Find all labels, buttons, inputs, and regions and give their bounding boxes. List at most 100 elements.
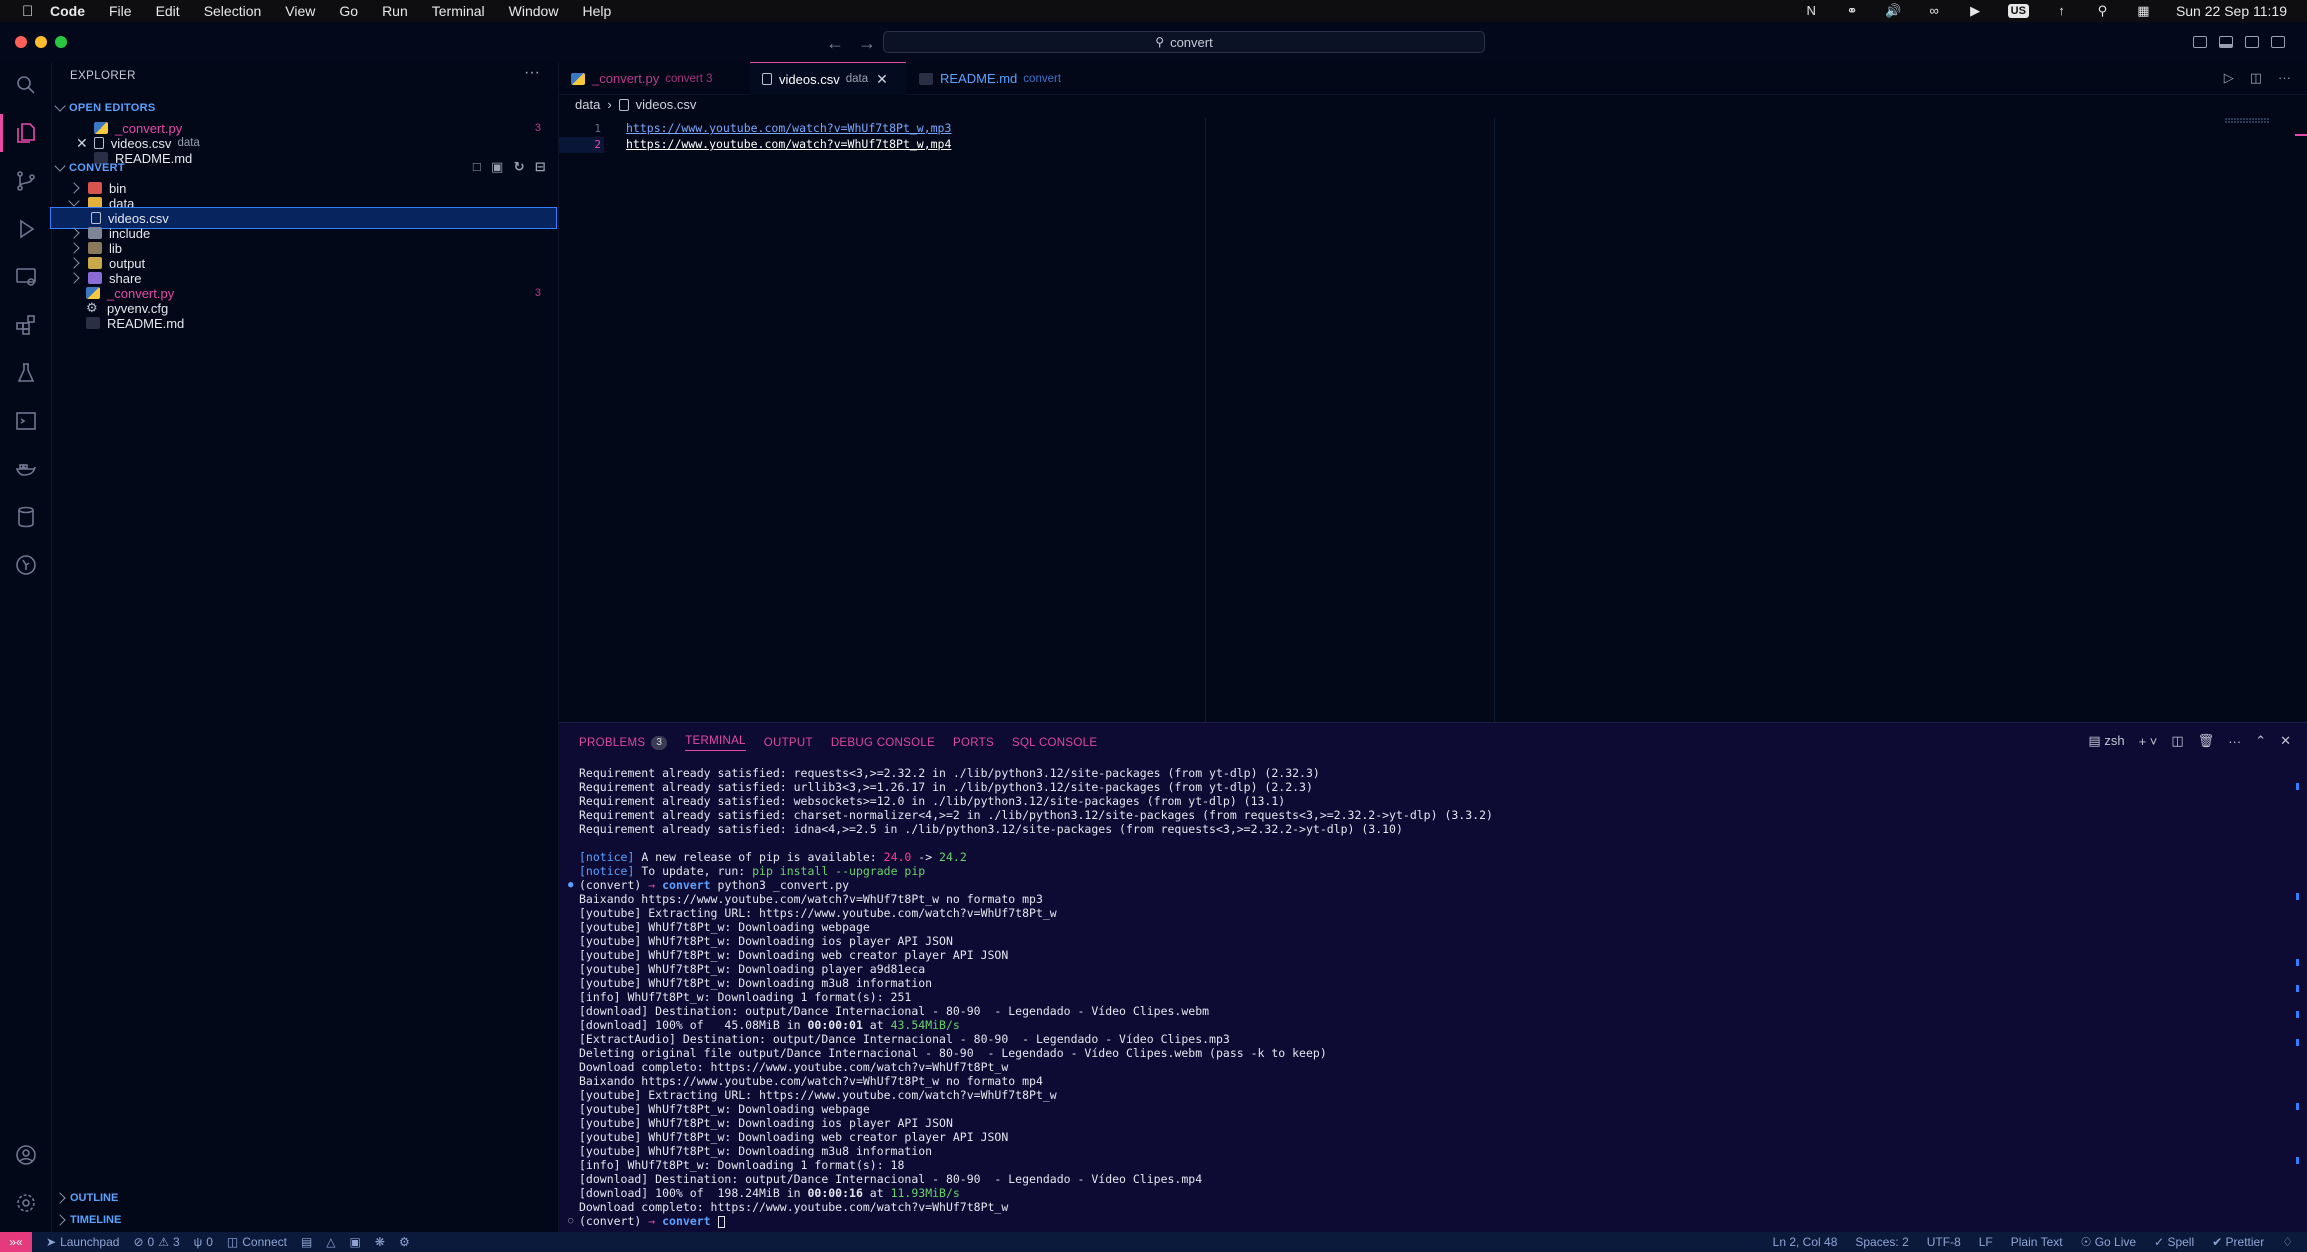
problems-status[interactable]: ⊘ 0 ⚠ 3 xyxy=(133,1235,179,1249)
menu-run[interactable]: Run xyxy=(382,3,408,19)
more-actions-icon[interactable]: ··· xyxy=(524,64,540,82)
menu-help[interactable]: Help xyxy=(582,3,611,19)
cursor-position[interactable]: Ln 2, Col 48 xyxy=(1773,1235,1838,1249)
back-arrow-icon[interactable]: ← xyxy=(826,33,844,54)
accounts-icon[interactable] xyxy=(13,1142,39,1168)
maximize-panel-icon[interactable]: ⌃ xyxy=(2255,733,2266,749)
tab-output[interactable]: OUTPUT xyxy=(764,735,813,751)
tab-readme[interactable]: README.md convert xyxy=(907,62,1073,95)
apple-icon[interactable]:  xyxy=(22,3,38,20)
docker-icon[interactable] xyxy=(13,456,39,482)
clock[interactable]: Sun 22 Sep 11:19 xyxy=(2176,3,2287,19)
search-view-icon[interactable] xyxy=(13,72,39,98)
refresh-icon[interactable]: ↻ xyxy=(514,159,525,175)
launchpad-button[interactable]: ➤ Launchpad xyxy=(46,1235,119,1249)
more-actions-icon[interactable]: ··· xyxy=(2278,70,2291,86)
encoding[interactable]: UTF-8 xyxy=(1927,1235,1961,1249)
close-icon[interactable]: ✕ xyxy=(876,71,888,88)
outline-section[interactable]: OUTLINE xyxy=(54,1192,118,1204)
more-actions-icon[interactable]: ··· xyxy=(2228,734,2241,749)
trash-icon[interactable]: 🗑 xyxy=(2198,733,2215,749)
notifications-bell-icon[interactable]: ♢ xyxy=(2282,1235,2293,1249)
zoom-window-button[interactable] xyxy=(55,36,67,48)
database-icon[interactable] xyxy=(13,504,39,530)
tab-sql-console[interactable]: SQL CONSOLE xyxy=(1012,735,1097,751)
tab-debug-console[interactable]: DEBUG CONSOLE xyxy=(831,735,935,751)
new-file-icon[interactable]: □ xyxy=(473,159,481,175)
volume-icon[interactable]: 🔊 xyxy=(1885,4,1902,18)
remote-explorer-icon[interactable] xyxy=(13,264,39,290)
terminal-view-icon[interactable] xyxy=(13,408,39,434)
close-panel-icon[interactable]: ✕ xyxy=(2280,733,2291,749)
input-source[interactable]: US xyxy=(2007,4,2029,18)
extensions-icon[interactable] xyxy=(13,312,39,338)
menu-app[interactable]: Code xyxy=(50,3,85,19)
menu-edit[interactable]: Edit xyxy=(156,3,180,19)
indentation[interactable]: Spaces: 2 xyxy=(1855,1235,1908,1249)
end-of-line[interactable]: LF xyxy=(1979,1235,1993,1249)
connect-button[interactable]: ◫ Connect xyxy=(227,1235,287,1249)
tab-convert-py[interactable]: _convert.py convert 3 xyxy=(559,62,725,95)
toggle-sidebar-icon[interactable] xyxy=(2193,36,2207,48)
explorer-icon[interactable] xyxy=(0,114,39,152)
timeline-section[interactable]: TIMELINE xyxy=(54,1214,121,1226)
code-line[interactable]: https://www.youtube.com/watch?v=WhUf7t8P… xyxy=(626,137,951,151)
source-control-icon[interactable] xyxy=(13,168,39,194)
minimap[interactable] xyxy=(2225,118,2270,124)
terminal-shell-selector[interactable]: ▤ zsh xyxy=(2088,733,2124,749)
spell-button[interactable]: ✓ Spell xyxy=(2154,1235,2194,1249)
tree-item-readme[interactable]: README.md xyxy=(52,312,559,334)
broadcast-icon[interactable]: ❋ xyxy=(375,1235,385,1249)
command-center[interactable]: ⚲ convert xyxy=(883,31,1485,53)
control-center-icon[interactable]: ▦ xyxy=(2135,4,2152,18)
glasses-icon[interactable]: ∞ xyxy=(1926,4,1943,18)
code-editor[interactable]: 1 https://www.youtube.com/watch?v=WhUf7t… xyxy=(559,118,2307,722)
run-debug-icon[interactable] xyxy=(13,216,39,242)
wifi-icon[interactable]: ↑ xyxy=(2053,4,2070,18)
creative-cloud-icon[interactable]: ⚭ xyxy=(1844,4,1861,18)
menu-file[interactable]: File xyxy=(109,3,132,19)
close-window-button[interactable] xyxy=(15,36,27,48)
testing-icon[interactable] xyxy=(13,360,39,386)
play-icon[interactable]: ▶ xyxy=(1967,4,1984,18)
terminal-output[interactable]: Requirement already satisfied: requests<… xyxy=(568,766,2279,1228)
menu-view[interactable]: View xyxy=(285,3,315,19)
tab-terminal[interactable]: TERMINAL xyxy=(685,735,746,751)
remote-indicator-icon[interactable]: »« xyxy=(0,1232,32,1252)
minimize-window-button[interactable] xyxy=(35,36,47,48)
menu-go[interactable]: Go xyxy=(339,3,358,19)
collapse-all-icon[interactable]: ⊟ xyxy=(535,159,546,175)
run-file-icon[interactable]: ▷ xyxy=(2224,70,2234,86)
customize-layout-icon[interactable] xyxy=(2271,36,2285,48)
toggle-secondary-sidebar-icon[interactable] xyxy=(2245,36,2259,48)
settings-gear-icon[interactable] xyxy=(13,1190,39,1216)
notion-icon[interactable]: N xyxy=(1803,4,1820,18)
menu-terminal[interactable]: Terminal xyxy=(432,3,485,19)
go-live-button[interactable]: ☉ Go Live xyxy=(2081,1235,2136,1249)
git-graph-icon[interactable] xyxy=(13,552,39,578)
code-line[interactable]: https://www.youtube.com/watch?v=WhUf7t8P… xyxy=(626,121,951,135)
tab-ports[interactable]: PORTS xyxy=(953,735,994,751)
terminal-icon[interactable]: ▣ xyxy=(350,1235,361,1249)
new-terminal-icon[interactable]: + ˅ xyxy=(2139,734,2158,749)
language-mode[interactable]: Plain Text xyxy=(2011,1235,2063,1249)
flask-icon[interactable]: △ xyxy=(326,1235,335,1249)
split-terminal-icon[interactable]: ◫ xyxy=(2171,733,2183,749)
new-folder-icon[interactable]: ▣ xyxy=(491,159,504,175)
ports-status[interactable]: ψ0 xyxy=(194,1235,213,1249)
bug-icon[interactable]: ⚙ xyxy=(399,1235,410,1249)
forward-arrow-icon[interactable]: → xyxy=(858,33,876,54)
tab-problems[interactable]: PROBLEMS 3 xyxy=(579,735,668,751)
toggle-panel-icon[interactable] xyxy=(2219,36,2233,48)
menu-window[interactable]: Window xyxy=(509,3,559,19)
file-icon[interactable]: ▤ xyxy=(301,1235,312,1249)
menu-selection[interactable]: Selection xyxy=(204,3,262,19)
breadcrumb-folder[interactable]: data xyxy=(575,97,600,112)
breadcrumb-file[interactable]: videos.csv xyxy=(636,97,697,112)
convert-folder-header[interactable]: CONVERT □ ▣ ↻ ⊟ xyxy=(54,159,556,175)
prettier-button[interactable]: ✔ Prettier xyxy=(2212,1235,2264,1249)
split-editor-icon[interactable]: ◫ xyxy=(2250,70,2262,86)
spotlight-icon[interactable]: ⚲ xyxy=(2094,4,2111,18)
open-editors-header[interactable]: OPEN EDITORS xyxy=(54,100,156,114)
tab-videos-csv[interactable]: videos.csv data ✕ xyxy=(750,62,906,95)
